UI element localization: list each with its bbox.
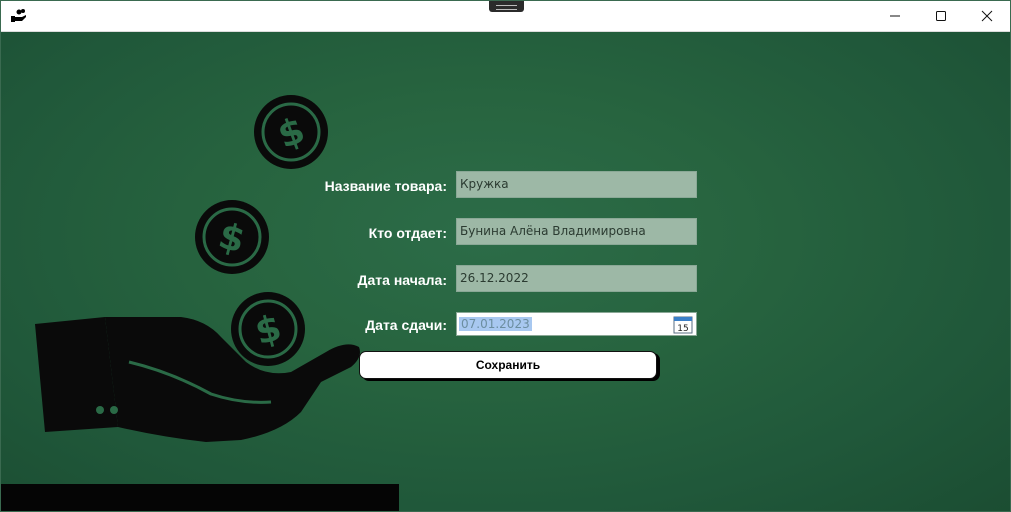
product-name-field[interactable]: Кружка [456,171,697,198]
coin-icon: $ [195,200,269,274]
form-background: $ $ $ Название товара: Кружка Кто отдает… [1,32,1010,511]
calendar-icon: 15 [673,316,693,334]
return-date-input[interactable]: 07.01.2023 [459,316,666,332]
start-date-label: Дата начала: [357,272,447,288]
maximize-icon [936,11,946,21]
money-hand-icon [11,9,26,22]
return-date-label: Дата сдачи: [365,317,447,333]
drag-grip[interactable] [489,1,524,12]
app-window: $ $ $ Название товара: Кружка Кто отдает… [0,0,1011,512]
giver-label: Кто отдает: [368,225,447,241]
return-date-value: 07.01.2023 [459,317,532,331]
hand-icon [35,317,360,442]
return-date-picker[interactable]: 07.01.2023 15 [456,312,697,336]
maximize-button[interactable] [918,1,964,31]
product-name-label: Название товара: [324,178,447,194]
title-bar[interactable] [1,1,1010,32]
save-button[interactable]: Сохранить [359,351,657,379]
start-date-field[interactable]: 26.12.2022 [456,265,697,292]
calendar-day: 15 [677,324,688,334]
close-icon [981,10,993,22]
minimize-button[interactable] [872,1,918,31]
minimize-icon [890,15,900,17]
coin-icon: $ [254,95,328,169]
close-button[interactable] [964,1,1010,31]
calendar-button[interactable]: 15 [672,315,694,334]
giver-field[interactable]: Бунина Алёна Владимировна [456,218,697,245]
